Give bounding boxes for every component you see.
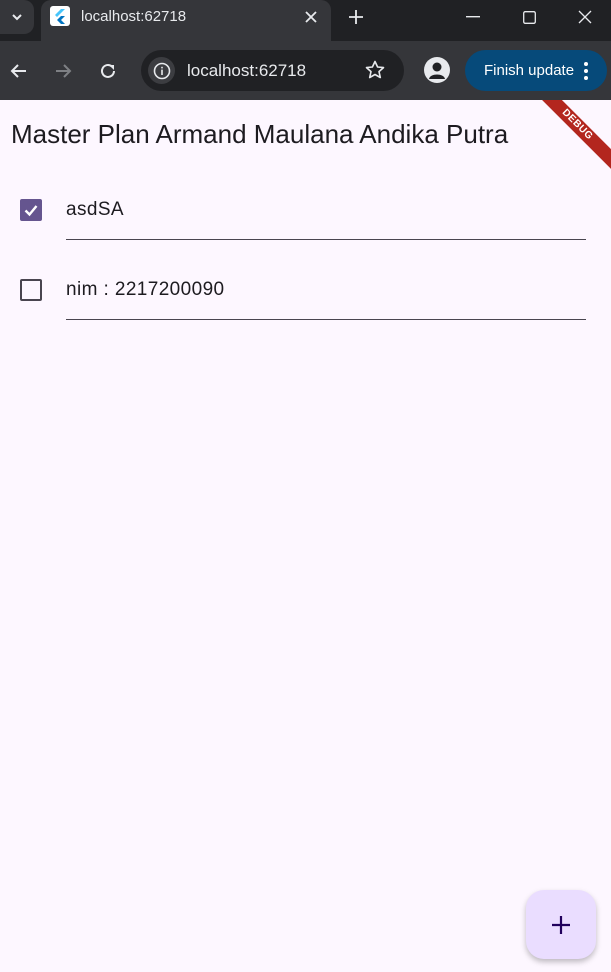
task-row: nim : 2217200090 xyxy=(0,250,611,330)
add-task-button[interactable] xyxy=(526,890,596,959)
task-description-field[interactable]: asdSA xyxy=(66,199,124,221)
plus-icon xyxy=(349,10,363,24)
task-checkbox[interactable] xyxy=(20,199,42,221)
star-icon xyxy=(365,60,385,79)
browser-tab[interactable]: localhost:62718 xyxy=(41,0,331,41)
site-info-button[interactable] xyxy=(148,57,175,84)
window-close-button[interactable] xyxy=(557,0,611,34)
url-text[interactable]: localhost:62718 xyxy=(187,61,306,81)
window-minimize-button[interactable] xyxy=(445,0,501,34)
bookmark-button[interactable] xyxy=(363,58,387,82)
minimize-icon xyxy=(466,16,480,18)
chevron-down-icon xyxy=(12,14,22,21)
flutter-favicon-icon xyxy=(50,6,70,26)
arrow-right-icon xyxy=(56,64,72,78)
task-row: asdSA xyxy=(0,170,611,250)
app-body: Master Plan Armand Maulana Andika Putra … xyxy=(0,100,611,972)
finish-update-label: Finish update xyxy=(484,62,575,79)
task-field-underline xyxy=(66,319,586,320)
tab-search-button[interactable] xyxy=(0,0,34,34)
new-tab-button[interactable] xyxy=(343,4,369,30)
window-maximize-button[interactable] xyxy=(501,0,557,34)
tab-close-button[interactable] xyxy=(300,6,322,28)
add-icon xyxy=(552,915,570,934)
reload-icon xyxy=(101,63,115,78)
task-checkbox[interactable] xyxy=(20,279,42,301)
task-description-field[interactable]: nim : 2217200090 xyxy=(66,279,225,301)
browser-tabstrip: localhost:62718 xyxy=(0,0,611,41)
task-field-underline xyxy=(66,239,586,240)
debug-banner: DEBUG xyxy=(522,100,611,180)
page-title: Master Plan Armand Maulana Andika Putra xyxy=(11,119,509,149)
profile-button[interactable] xyxy=(424,57,450,83)
reload-button[interactable] xyxy=(93,56,123,86)
tab-title: localhost:62718 xyxy=(81,8,187,25)
forward-button[interactable] xyxy=(48,56,78,86)
close-icon xyxy=(578,10,592,24)
close-icon xyxy=(305,11,317,23)
info-icon xyxy=(153,62,170,79)
more-vert-icon xyxy=(581,60,591,82)
back-button[interactable] xyxy=(4,56,34,86)
finish-update-button[interactable]: Finish update xyxy=(465,50,607,91)
address-bar[interactable]: localhost:62718 xyxy=(141,50,404,91)
check-icon xyxy=(24,205,38,217)
person-icon xyxy=(429,62,445,79)
arrow-left-icon xyxy=(10,64,26,78)
maximize-icon xyxy=(522,10,536,24)
browser-toolbar: localhost:62718 Finish update xyxy=(0,41,611,100)
